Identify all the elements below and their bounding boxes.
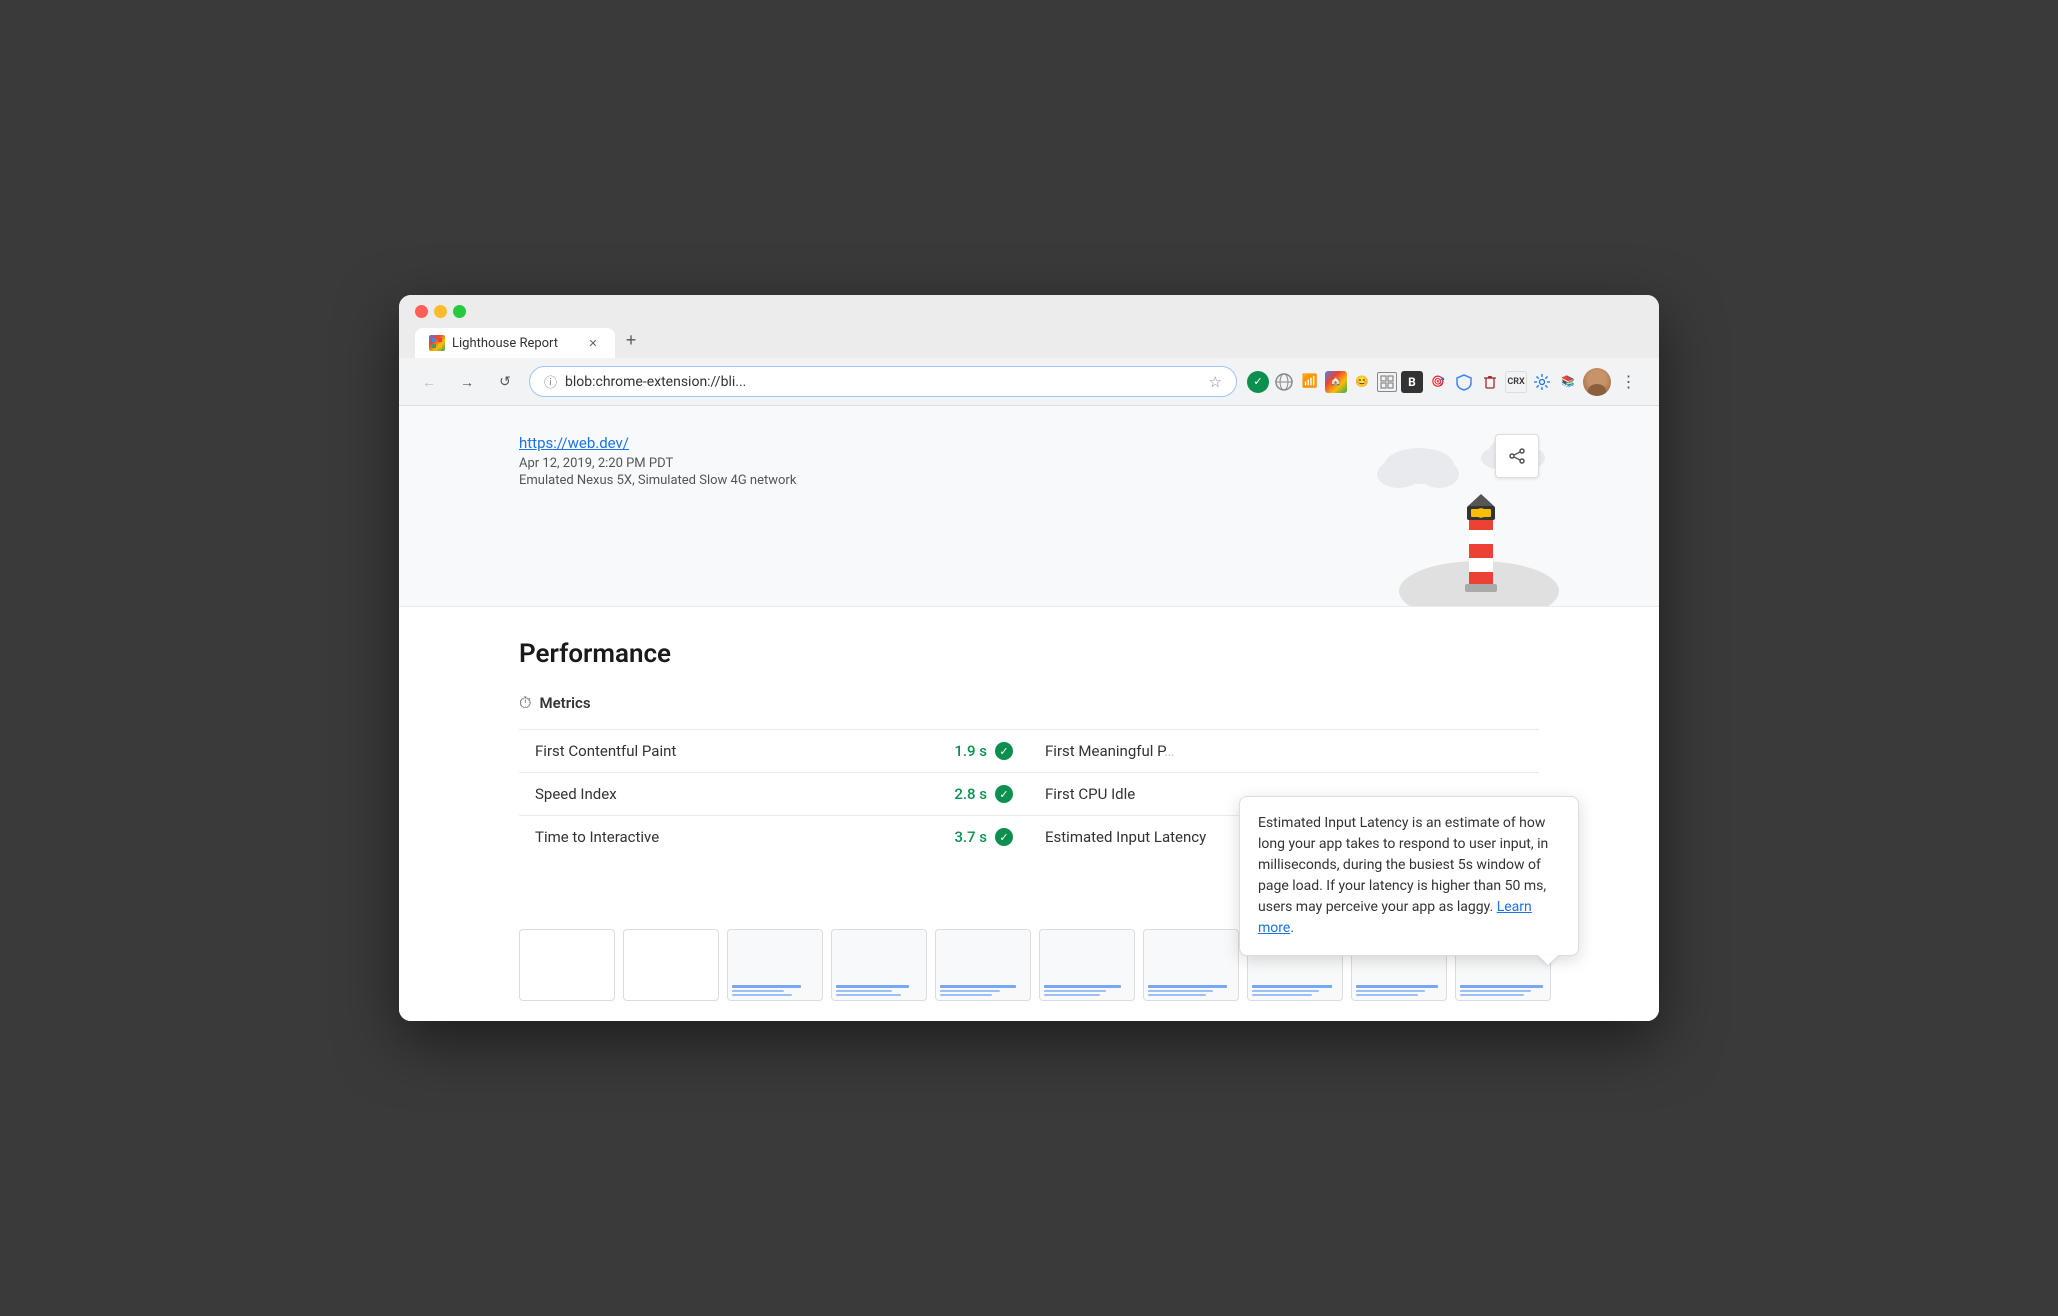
film-frame-7 [1143, 929, 1239, 1001]
active-tab[interactable]: Lighthouse Report ✕ [415, 328, 615, 358]
film-frame-6 [1039, 929, 1135, 1001]
reload-icon: ↺ [499, 373, 511, 390]
tab-close-button[interactable]: ✕ [585, 335, 601, 351]
ext-bold-icon[interactable]: B [1401, 371, 1423, 393]
film-frame-2 [623, 929, 719, 1001]
toolbar-extensions: ✓ 📶 🏠 😊 B 🎯 [1247, 368, 1643, 396]
tab-title: Lighthouse Report [452, 336, 578, 351]
security-icon: ⓘ [544, 372, 557, 391]
ext-books-icon[interactable]: 📚 [1557, 371, 1579, 393]
metric-name: First Meaningful P… [1045, 742, 1174, 760]
metric-value: 3.7 s [954, 828, 987, 846]
metric-value-right: 2.8 s ✓ [954, 785, 1013, 803]
bookmark-icon[interactable]: ☆ [1209, 373, 1222, 391]
lighthouse-header: https://web.dev/ Apr 12, 2019, 2:20 PM P… [399, 406, 1659, 606]
close-button[interactable] [415, 305, 428, 318]
title-bar: Lighthouse Report ✕ + [399, 295, 1659, 358]
metric-name: Speed Index [535, 785, 617, 803]
metric-name: Estimated Input Latency [1045, 828, 1206, 846]
header-info: https://web.dev/ Apr 12, 2019, 2:20 PM P… [519, 434, 1539, 488]
page-content: https://web.dev/ Apr 12, 2019, 2:20 PM P… [399, 406, 1659, 1021]
film-frame-4 [831, 929, 927, 1001]
metric-speed-index: Speed Index 2.8 s ✓ [519, 772, 1029, 815]
browser-window: Lighthouse Report ✕ + ← → ↺ ⓘ blob:chrom… [399, 295, 1659, 1021]
share-button[interactable] [1495, 434, 1539, 478]
ext-smile-icon[interactable]: 😊 [1351, 371, 1373, 393]
back-button[interactable]: ← [415, 368, 443, 396]
ext-trash-icon[interactable] [1479, 371, 1501, 393]
window-controls [415, 305, 466, 318]
reload-button[interactable]: ↺ [491, 368, 519, 396]
metric-value: 1.9 s [954, 742, 987, 760]
metric-first-meaningful-paint: First Meaningful P… [1029, 729, 1539, 772]
dots-icon: ⋮ [1621, 372, 1638, 391]
ext-grid-icon[interactable] [1377, 372, 1397, 392]
user-avatar[interactable] [1583, 368, 1611, 396]
ext-globe-icon[interactable] [1273, 371, 1295, 393]
ext-target-icon[interactable]: 🎯 [1427, 371, 1449, 393]
report-device: Emulated Nexus 5X, Simulated Slow 4G net… [519, 473, 1539, 488]
film-frame-1 [519, 929, 615, 1001]
forward-button[interactable]: → [453, 368, 481, 396]
metric-time-to-interactive: Time to Interactive 3.7 s ✓ [519, 815, 1029, 858]
forward-icon: → [460, 374, 474, 390]
performance-title: Performance [519, 639, 1539, 669]
minimize-button[interactable] [434, 305, 447, 318]
tooltip-tail [1538, 955, 1558, 965]
check-pass-icon: ✓ [995, 785, 1013, 803]
film-frame-5 [935, 929, 1031, 1001]
ext-settings-icon[interactable] [1531, 371, 1553, 393]
check-pass-icon: ✓ [995, 742, 1013, 760]
report-date: Apr 12, 2019, 2:20 PM PDT [519, 456, 1539, 471]
check-pass-icon: ✓ [995, 828, 1013, 846]
metric-first-contentful-paint: First Contentful Paint 1.9 s ✓ [519, 729, 1029, 772]
metrics-header: ⏱ Metrics [519, 693, 1539, 713]
metric-value: 2.8 s [954, 785, 987, 803]
report-url[interactable]: https://web.dev/ [519, 434, 1539, 452]
new-tab-button[interactable]: + [617, 326, 645, 354]
back-icon: ← [422, 374, 436, 390]
ext-signal-icon[interactable]: 📶 [1299, 371, 1321, 393]
ext-lighthouse-icon[interactable]: 🏠 [1325, 371, 1347, 393]
address-bar[interactable]: ⓘ blob:chrome-extension://bli... ☆ [529, 366, 1237, 397]
ext-check-icon[interactable]: ✓ [1247, 371, 1269, 393]
film-frame-3 [727, 929, 823, 1001]
more-options-button[interactable]: ⋮ [1615, 368, 1643, 396]
url-display: blob:chrome-extension://bli... [565, 374, 1201, 390]
metric-name: First CPU Idle [1045, 785, 1135, 803]
maximize-button[interactable] [453, 305, 466, 318]
metric-value-right: 1.9 s ✓ [954, 742, 1013, 760]
avatar-image [1583, 368, 1611, 396]
metric-name: First Contentful Paint [535, 742, 676, 760]
tabs-row: Lighthouse Report ✕ + [415, 326, 1643, 358]
tooltip-box: Estimated Input Latency is an estimate o… [1239, 796, 1579, 956]
address-bar-row: ← → ↺ ⓘ blob:chrome-extension://bli... ☆… [399, 358, 1659, 406]
ext-crx-icon[interactable]: CRX [1505, 371, 1527, 393]
metrics-clock-icon: ⏱ [519, 693, 531, 713]
tab-favicon [429, 335, 445, 351]
metric-name: Time to Interactive [535, 828, 659, 846]
metric-value-right: 3.7 s ✓ [954, 828, 1013, 846]
metrics-label: Metrics [539, 694, 590, 712]
ext-shield-icon[interactable] [1453, 371, 1475, 393]
